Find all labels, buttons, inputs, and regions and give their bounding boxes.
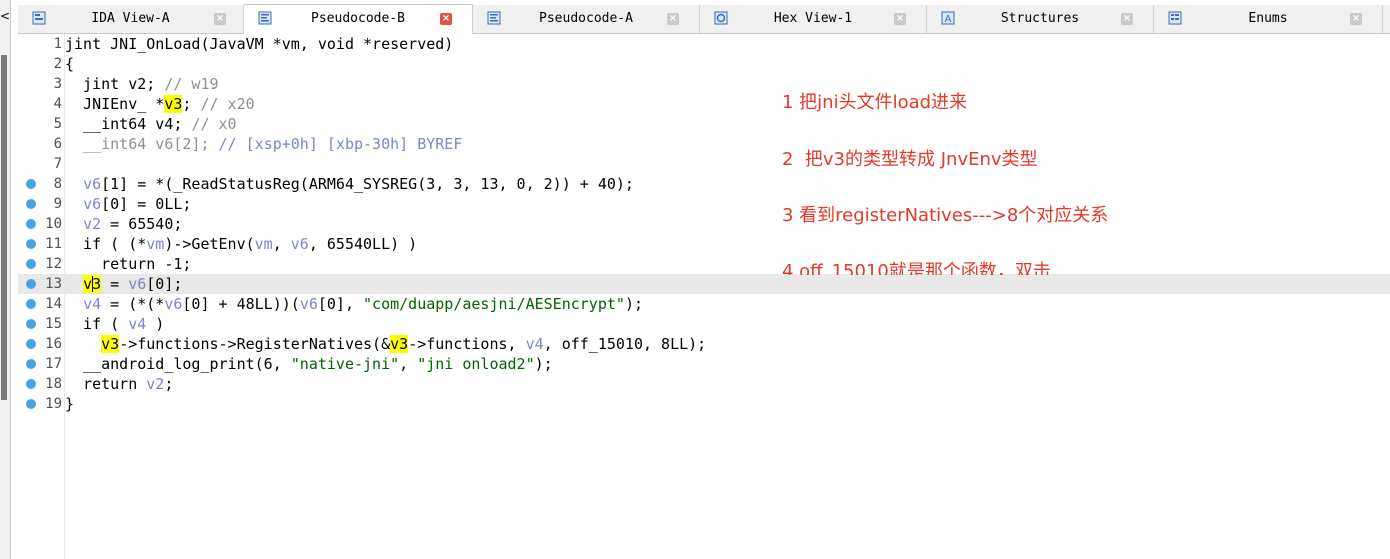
code-text: v3->functions->RegisterNatives(&v3->func… xyxy=(101,335,707,353)
code-text: if ( (*vm)->GetEnv(vm, v6, 65540LL) ) xyxy=(65,235,418,253)
line-number: 13 xyxy=(45,276,62,292)
annotation-2: 2 把v3的类型转成 JnvEnv类型 xyxy=(782,149,1038,170)
line-number: 3 xyxy=(53,76,62,92)
tab-label: Pseudocode-B xyxy=(311,11,405,26)
text-cursor xyxy=(92,276,93,292)
code-text: v4 = (*(*v6[0] + 48LL))(v6[0], "com/duap… xyxy=(83,295,643,313)
close-icon[interactable]: × xyxy=(440,13,452,25)
line-number: 19 xyxy=(45,396,62,412)
code-text: JNIEnv_ *v3; // x20 xyxy=(65,95,255,113)
code-text: v6[0] = 0LL; xyxy=(83,195,192,213)
line-number: 16 xyxy=(45,336,62,352)
code-text: return v2; xyxy=(65,375,174,393)
code-line[interactable]: 1 jint JNI_OnLoad(JavaVM *vm, void *rese… xyxy=(18,34,1390,54)
code-text: __android_log_print(6, "native-jni", "jn… xyxy=(65,355,553,373)
close-icon[interactable]: × xyxy=(1121,13,1133,25)
collapse-arrow-icon[interactable]: < xyxy=(0,8,10,24)
tab-bar: IDA View-A × Pseudocode-B × Pseudocode-A… xyxy=(18,4,1390,34)
line-number: 18 xyxy=(45,376,62,392)
close-icon[interactable]: × xyxy=(214,13,226,25)
code-text: { xyxy=(65,55,75,73)
line-number: 2 xyxy=(53,56,62,72)
left-scroll-strip[interactable]: < xyxy=(0,0,11,559)
code-text: jint JNI_OnLoad(JavaVM *vm, void *reserv… xyxy=(65,35,454,53)
code-line[interactable]: 4 JNIEnv_ *v3; // x20 xyxy=(18,94,1390,114)
annotation-4: 4 off_15010就是那个函数，双击 xyxy=(782,261,1051,275)
code-line[interactable]: 19 } xyxy=(18,394,1390,414)
code-text: v6[1] = *(_ReadStatusReg(ARM64_SYSREG(3,… xyxy=(83,175,634,193)
tab-structures[interactable]: A Structures × xyxy=(927,5,1154,33)
line-number: 15 xyxy=(45,316,62,332)
code-line[interactable]: 6 __int64 v6[2]; // [xsp+0h] [xbp-30h] B… xyxy=(18,134,1390,154)
close-icon[interactable]: × xyxy=(667,13,679,25)
tab-pseudocode-a[interactable]: Pseudocode-A × xyxy=(473,5,700,33)
code-line[interactable]: 14 v4 = (*(*v6[0] + 48LL))(v6[0], "com/d… xyxy=(18,294,1390,314)
code-text: return -1; xyxy=(65,255,192,273)
code-text: if ( v4 ) xyxy=(65,315,165,333)
tab-label: IDA View-A xyxy=(91,11,170,26)
tab-ida-view-a[interactable]: IDA View-A × xyxy=(18,5,244,33)
code-text: __int64 v4; // x0 xyxy=(65,115,237,133)
code-line[interactable]: 18 return v2; xyxy=(18,374,1390,394)
code-line[interactable]: 15 if ( v4 ) xyxy=(18,314,1390,334)
code-line[interactable]: 16 v3->functions->RegisterNatives(&v3->f… xyxy=(18,334,1390,354)
annotation-3: 3 看到registerNatives--->8个对应关系 xyxy=(782,205,1109,226)
code-line[interactable]: 11 if ( (*vm)->GetEnv(vm, v6, 65540LL) ) xyxy=(18,234,1390,254)
tab-label: Enums xyxy=(1248,11,1288,26)
code-text: v3 = v6[0]; xyxy=(83,275,183,293)
line-number: 7 xyxy=(53,156,62,172)
code-text: } xyxy=(65,395,75,413)
code-text: jint v2; // w19 xyxy=(65,75,219,93)
tab-hex-view-1[interactable]: Hex View-1 × xyxy=(700,5,927,33)
line-number: 4 xyxy=(53,96,62,112)
scrollbar-thumb[interactable] xyxy=(1,55,7,400)
line-number: 10 xyxy=(45,216,62,232)
code-line[interactable]: 9 v6[0] = 0LL; xyxy=(18,194,1390,214)
code-text: v2 = 65540; xyxy=(83,215,183,233)
annotation-4-clip: 4 off_15010就是那个函数，双击 xyxy=(782,255,1182,275)
line-number: 12 xyxy=(45,256,62,272)
pseudocode-editor[interactable]: 1 jint JNI_OnLoad(JavaVM *vm, void *rese… xyxy=(18,34,1390,559)
code-line-current[interactable]: 13 v3 = v6[0]; xyxy=(18,274,1390,294)
annotation-1: 1 把jni头文件load进来 xyxy=(782,92,968,113)
tab-pseudocode-b[interactable]: Pseudocode-B × xyxy=(244,4,473,34)
code-text: __int64 v6[2]; // [xsp+0h] [xbp-30h] BYR… xyxy=(65,135,463,153)
line-number: 6 xyxy=(53,136,62,152)
line-number: 9 xyxy=(53,196,62,212)
line-number: 14 xyxy=(45,296,62,312)
close-icon[interactable]: × xyxy=(894,13,906,25)
code-line[interactable]: 17 __android_log_print(6, "native-jni", … xyxy=(18,354,1390,374)
line-number: 11 xyxy=(45,236,62,252)
code-line[interactable]: 2 { xyxy=(18,54,1390,74)
close-icon[interactable]: × xyxy=(1350,13,1362,25)
line-number: 1 xyxy=(53,36,62,52)
line-number: 8 xyxy=(53,176,62,192)
line-number: 17 xyxy=(45,356,62,372)
code-line[interactable]: 8 v6[1] = *(_ReadStatusReg(ARM64_SYSREG(… xyxy=(18,174,1390,194)
tab-enums[interactable]: Enums × xyxy=(1154,5,1383,33)
tab-label: Pseudocode-A xyxy=(539,11,633,26)
code-line[interactable]: 10 v2 = 65540; xyxy=(18,214,1390,234)
line-number: 5 xyxy=(53,116,62,132)
tab-label: Hex View-1 xyxy=(773,11,853,26)
code-line[interactable]: 5 __int64 v4; // x0 xyxy=(18,114,1390,134)
code-line[interactable]: 12 return -1; xyxy=(18,254,1390,274)
tab-label: Structures xyxy=(1000,11,1080,26)
code-line[interactable]: 7 xyxy=(18,154,1390,174)
code-line[interactable]: 3 jint v2; // w19 xyxy=(18,74,1390,94)
